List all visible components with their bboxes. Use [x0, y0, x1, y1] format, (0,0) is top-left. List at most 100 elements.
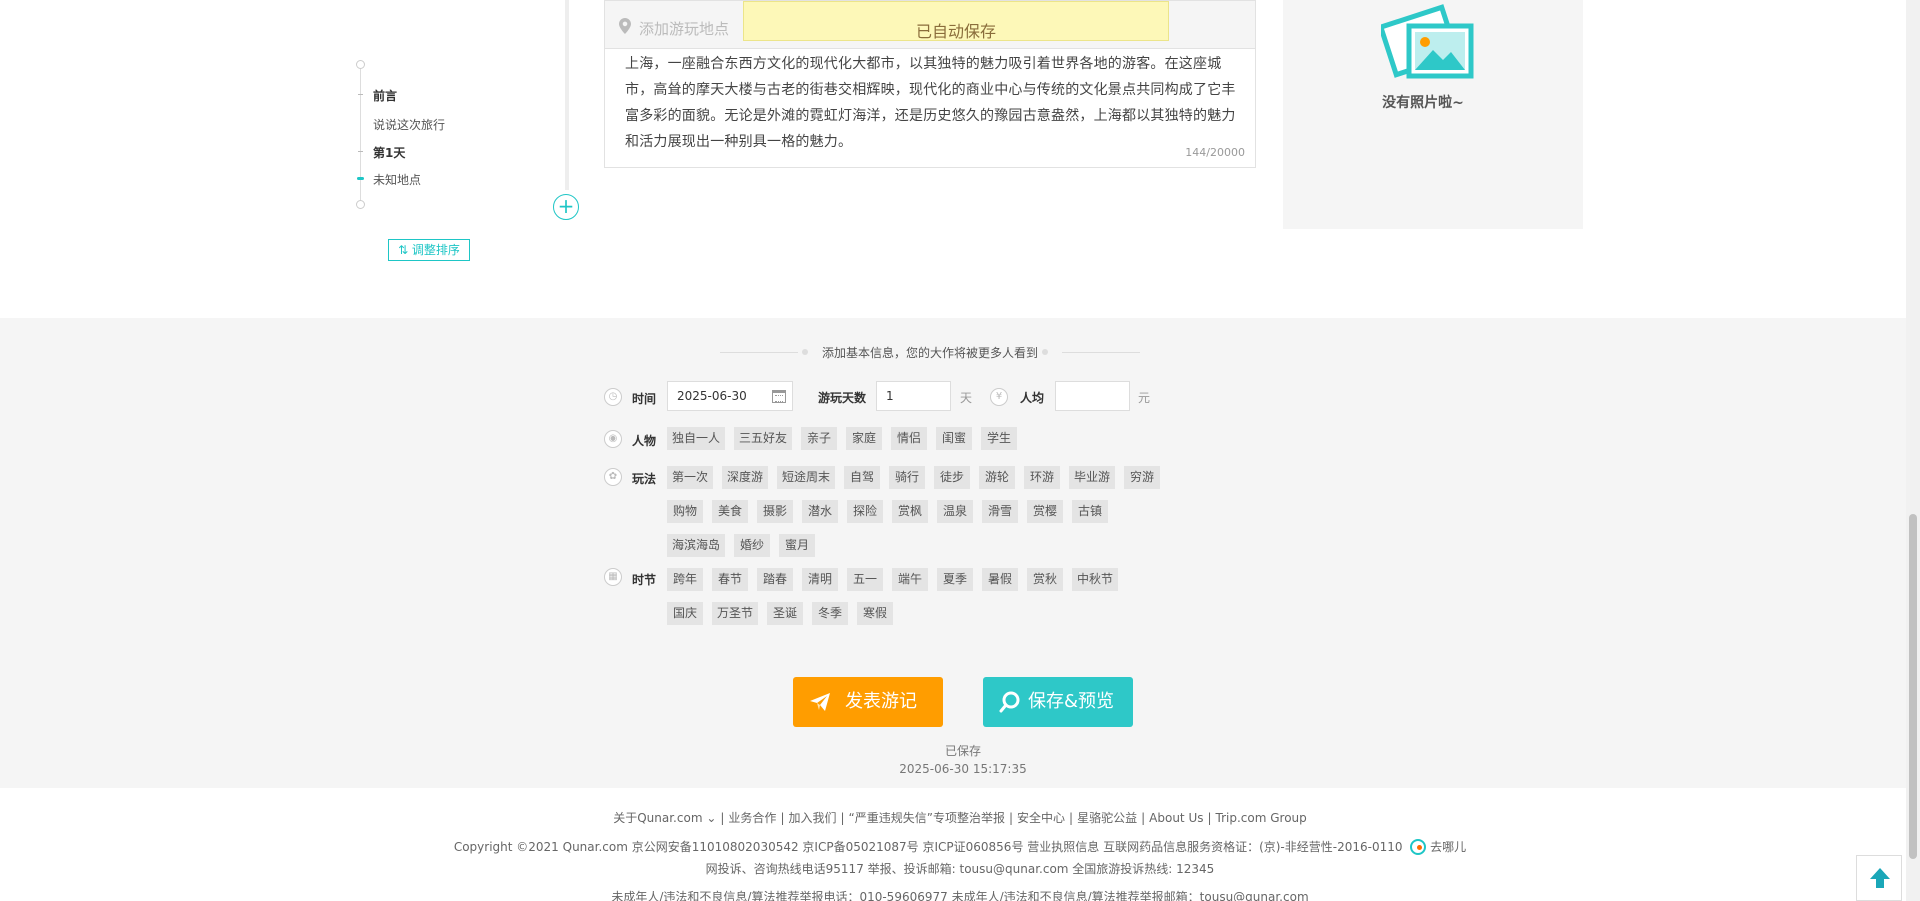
- tag-play_tags_row2-0[interactable]: 购物: [667, 500, 703, 523]
- save-preview-button[interactable]: 保存&预览: [983, 677, 1133, 727]
- tag-play_tags_row3-0[interactable]: 海滨海岛: [667, 534, 725, 557]
- tag-play_tags_row1-0[interactable]: 第一次: [667, 466, 713, 489]
- tag-play_tags_row2-3[interactable]: 潜水: [802, 500, 838, 523]
- section-editor-card: 添加游玩地点 已自动保存 上海，一座融合东西方文化的现代化大都市，以其独特的魅力…: [604, 0, 1256, 168]
- tag-play_tags_row3-1[interactable]: 婚纱: [734, 534, 770, 557]
- people-label: 人物: [632, 434, 657, 448]
- arrow-up-icon: [1870, 868, 1890, 888]
- basic-info-section: 添加基本信息，您的大作将被更多人看到 ◷ 时间 2025-06-30 游玩天数 …: [0, 318, 1920, 788]
- qunar-logo-icon: [1410, 839, 1427, 855]
- publish-label: 发表游记: [845, 691, 917, 712]
- location-pin-icon: [619, 18, 631, 34]
- calendar-icon[interactable]: [772, 390, 786, 403]
- footer-link-7[interactable]: Trip.com Group: [1216, 811, 1307, 825]
- tag-people_tags-5[interactable]: 闺蜜: [936, 427, 972, 450]
- tag-people_tags-3[interactable]: 家庭: [846, 427, 882, 450]
- tag-play_tags_row1-6[interactable]: 游轮: [979, 466, 1015, 489]
- footer-link-3[interactable]: “严重违规失信”专项整治举报: [849, 811, 1005, 825]
- tag-season_tags_row2-0[interactable]: 国庆: [667, 602, 703, 625]
- outline-line: [360, 64, 361, 208]
- avg-cost-input[interactable]: [1055, 381, 1130, 411]
- outline-item-day1[interactable]: 第1天: [373, 144, 405, 161]
- footer-link-separator: |: [1008, 811, 1014, 825]
- tag-play_tags_row2-1[interactable]: 美食: [712, 500, 748, 523]
- people-icon: ◉: [604, 430, 622, 448]
- date-input[interactable]: 2025-06-30: [667, 381, 793, 411]
- tag-play_tags_row1-3[interactable]: 自驾: [844, 466, 880, 489]
- tag-play_tags_row2-2[interactable]: 摄影: [757, 500, 793, 523]
- back-to-top-button[interactable]: [1856, 855, 1902, 901]
- hint-text: 添加基本信息，您的大作将被更多人看到: [821, 346, 1038, 360]
- copyright-text: Copyright ©2021 Qunar.com 京公网安备110108020…: [453, 840, 1403, 854]
- footer-link-0[interactable]: 关于Qunar.com ⌄: [613, 811, 716, 825]
- add-section-button[interactable]: +: [553, 194, 579, 220]
- play-style-icon: ✿: [604, 468, 622, 486]
- hint-divider-left: [720, 352, 798, 353]
- tag-play_tags_row1-2[interactable]: 短途周末: [777, 466, 835, 489]
- days-input[interactable]: 1: [876, 381, 951, 411]
- tag-play_tags_row1-7[interactable]: 环游: [1024, 466, 1060, 489]
- page-scrollbar[interactable]: [1906, 0, 1920, 901]
- outline-item-unknown-place[interactable]: 未知地点: [373, 171, 421, 188]
- tag-season_tags_row1-7[interactable]: 暑假: [982, 568, 1018, 591]
- no-photos-text: 没有照片啦~: [1382, 95, 1464, 111]
- footer-link-separator: |: [1069, 811, 1074, 825]
- tag-people_tags-1[interactable]: 三五好友: [734, 427, 792, 450]
- days-unit: 天: [960, 391, 973, 405]
- tag-season_tags_row1-9[interactable]: 中秋节: [1072, 568, 1118, 591]
- tag-play_tags_row2-5[interactable]: 赏枫: [892, 500, 928, 523]
- tag-play_tags_row1-1[interactable]: 深度游: [722, 466, 768, 489]
- footer-link-4[interactable]: 安全中心: [1017, 811, 1065, 825]
- tag-season_tags_row1-3[interactable]: 清明: [802, 568, 838, 591]
- site-footer: 关于Qunar.com ⌄ | 业务合作 | 加入我们 | “严重违规失信”专项整治举报 | 安…: [0, 788, 1920, 901]
- season-icon: ▦: [604, 568, 622, 586]
- publish-button[interactable]: 发表游记: [793, 677, 943, 727]
- tag-play_tags_row1-5[interactable]: 徒步: [934, 466, 970, 489]
- hint-divider-right: [1062, 352, 1140, 353]
- tag-play_tags_row3-2[interactable]: 蜜月: [779, 534, 815, 557]
- add-place-placeholder[interactable]: 添加游玩地点: [639, 18, 729, 39]
- tag-season_tags_row1-1[interactable]: 春节: [712, 568, 748, 591]
- clock-icon: ◷: [604, 388, 622, 406]
- tag-season_tags_row1-5[interactable]: 端午: [892, 568, 928, 591]
- tag-play_tags_row2-4[interactable]: 探险: [847, 500, 883, 523]
- time-label: 时间: [632, 392, 657, 406]
- tag-season_tags_row2-2[interactable]: 圣诞: [767, 602, 803, 625]
- tag-people_tags-6[interactable]: 学生: [981, 427, 1017, 450]
- outline-tick-active: [357, 177, 364, 180]
- yuan-icon: ¥: [990, 388, 1008, 406]
- tag-season_tags_row1-6[interactable]: 夏季: [937, 568, 973, 591]
- tag-season_tags_row1-4[interactable]: 五一: [847, 568, 883, 591]
- tag-season_tags_row1-0[interactable]: 跨年: [667, 568, 703, 591]
- section-text[interactable]: 上海，一座融合东西方文化的现代化大都市，以其独特的魅力吸引着世界各地的游客。在这…: [625, 51, 1241, 155]
- footer-link-2[interactable]: 加入我们: [788, 811, 836, 825]
- tag-season_tags_row1-8[interactable]: 赏秋: [1027, 568, 1063, 591]
- footer-link-6[interactable]: About Us: [1149, 811, 1203, 825]
- footer-link-5[interactable]: 星骆驼公益: [1077, 811, 1137, 825]
- tag-season_tags_row2-4[interactable]: 寒假: [857, 602, 893, 625]
- footer-links: 关于Qunar.com ⌄ | 业务合作 | 加入我们 | “严重违规失信”专项整治举报 | 安…: [0, 809, 1920, 826]
- tag-play_tags_row2-8[interactable]: 赏樱: [1027, 500, 1063, 523]
- tag-season_tags_row1-2[interactable]: 踏春: [757, 568, 793, 591]
- scrollbar-thumb[interactable]: [1909, 514, 1917, 859]
- tag-play_tags_row1-4[interactable]: 骑行: [889, 466, 925, 489]
- tag-play_tags_row2-9[interactable]: 古镇: [1072, 500, 1108, 523]
- tag-people_tags-0[interactable]: 独自一人: [667, 427, 725, 450]
- autosave-notice: 已自动保存: [743, 1, 1169, 41]
- outline-item-preface[interactable]: 前言: [373, 87, 397, 104]
- tag-play_tags_row1-8[interactable]: 毕业游: [1069, 466, 1115, 489]
- tag-people_tags-2[interactable]: 亲子: [801, 427, 837, 450]
- outline-item-intro[interactable]: 说说这次旅行: [373, 116, 445, 133]
- place-bar[interactable]: 添加游玩地点 已自动保存: [605, 1, 1255, 49]
- footer-copyright: Copyright ©2021 Qunar.com 京公网安备110108020…: [0, 838, 1920, 855]
- tag-season_tags_row2-3[interactable]: 冬季: [812, 602, 848, 625]
- adjust-order-button[interactable]: ⇅ 调整排序: [388, 239, 470, 261]
- tag-season_tags_row2-1[interactable]: 万圣节: [712, 602, 758, 625]
- outline-nav: 前言 说说这次旅行 第1天 未知地点: [352, 56, 552, 226]
- footer-link-1[interactable]: 业务合作: [728, 811, 776, 825]
- tag-play_tags_row2-6[interactable]: 温泉: [937, 500, 973, 523]
- tag-play_tags_row2-7[interactable]: 滑雪: [982, 500, 1018, 523]
- tag-play_tags_row1-9[interactable]: 穷游: [1124, 466, 1160, 489]
- tag-people_tags-4[interactable]: 情侣: [891, 427, 927, 450]
- paper-plane-icon: [810, 693, 830, 711]
